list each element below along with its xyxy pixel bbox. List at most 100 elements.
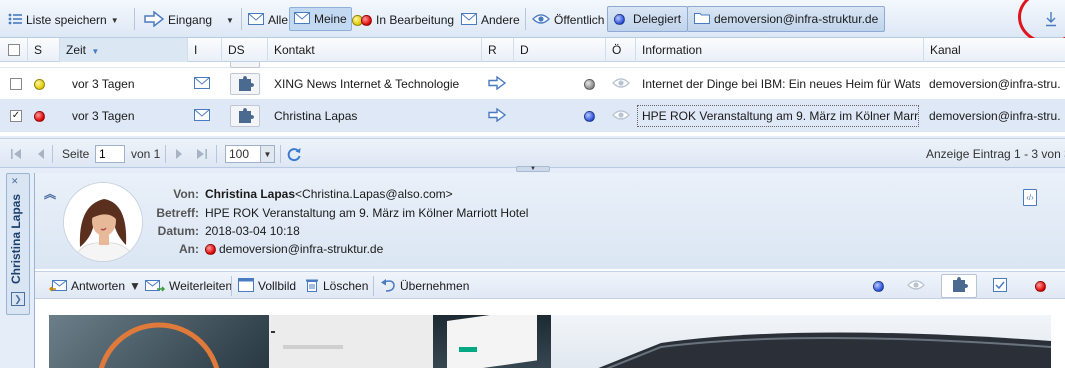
event-photo-1 (49, 315, 269, 368)
refresh-icon[interactable] (286, 145, 302, 163)
column-header-contact[interactable]: Kontakt (268, 38, 482, 62)
reply-button[interactable]: Antworten (48, 277, 125, 295)
recipient-value[interactable]: demoversion@infra-struktur.de (219, 242, 383, 256)
row-channel: demoversion@infra-stru... (929, 109, 1061, 123)
filter-delegated-button[interactable]: Delegiert (607, 6, 689, 32)
chevron-down-icon: ▼ (110, 15, 119, 25)
priority-status-button[interactable] (1035, 277, 1046, 295)
window-icon (238, 277, 254, 295)
page-number-input[interactable] (95, 145, 125, 163)
account-filter-label: demoversion@infra-struktur.de (714, 12, 879, 26)
page-label: Seite (62, 147, 90, 161)
delete-button[interactable]: Löschen (305, 277, 368, 295)
sender-email[interactable]: <Christina.Lapas@also.com> (295, 187, 453, 201)
reply-dropdown-icon[interactable]: ▼ (129, 277, 141, 295)
event-photo-3 (433, 308, 551, 368)
puzzle-icon (950, 276, 968, 296)
collapse-icon[interactable]: ︽ (44, 185, 56, 202)
row-information-focused[interactable]: HPE ROK Veranstaltung am 9. März im Köln… (637, 105, 919, 127)
filter-mine-button[interactable]: Meine (289, 7, 352, 31)
take-over-button[interactable]: Übernehmen (380, 277, 469, 295)
column-header-r[interactable]: R (482, 38, 514, 62)
date-row: Datum: 2018-03-04 10:18 (145, 224, 300, 238)
column-header-channel[interactable]: Kanal (924, 38, 1065, 62)
folder-icon (694, 12, 710, 27)
row-information: Internet der Dinge bei IBM: Ein neues He… (642, 77, 920, 91)
reply-icon (48, 278, 67, 295)
save-list-button[interactable]: Liste speichern ▼ (8, 8, 119, 32)
eye-icon (612, 109, 630, 124)
arrow-right-icon (488, 75, 507, 93)
pager-divider (280, 145, 281, 163)
column-header-i[interactable]: I (188, 38, 222, 62)
side-tab[interactable]: ✕ Christina Lapas ❯ (6, 173, 30, 315)
next-page-icon[interactable] (174, 145, 184, 163)
inbox-button[interactable]: Eingang (144, 8, 212, 32)
status-yellow-icon (34, 78, 45, 90)
puzzle-icon[interactable] (230, 105, 260, 127)
fullscreen-label: Vollbild (258, 279, 297, 293)
filter-all-button[interactable]: Alle (248, 8, 288, 32)
inbox-dropdown-icon[interactable]: ▼ (226, 8, 234, 32)
delete-label: Löschen (323, 279, 369, 293)
undo-icon (380, 278, 396, 295)
row-checkbox[interactable] (10, 78, 22, 90)
preview-header: ︽ Von: Christina Lapas <Christina.Lapas@… (35, 173, 1065, 269)
table-row-selected[interactable]: ✓ vor 3 Tagen Christina Lapas HPE ROK Ve… (0, 100, 1065, 132)
recipient-status-icon (205, 243, 216, 255)
sender-name[interactable]: Christina Lapas (205, 187, 295, 201)
forward-button[interactable]: Weiterleiten (145, 277, 232, 295)
arrow-right-icon (488, 107, 507, 125)
source-code-icon[interactable]: ‹/› (1023, 189, 1037, 206)
list-icon (8, 13, 22, 28)
arrow-right-icon (144, 9, 165, 30)
column-header-d[interactable]: D (514, 38, 606, 62)
mail-icon (461, 12, 477, 28)
checkbox-icon (993, 277, 1007, 295)
event-photo-4 (551, 315, 1052, 368)
pager-divider (216, 145, 217, 163)
grid-header: S Zeit ▼ I DS Kontakt R D Ö Information … (0, 38, 1065, 62)
last-page-icon[interactable] (196, 145, 208, 163)
delegated-status-button[interactable] (873, 277, 884, 295)
filter-mine-label: Meine (314, 12, 347, 26)
filter-public-button[interactable]: Öffentlich (532, 8, 604, 32)
page-size-select[interactable]: 100 ▼ (225, 145, 275, 163)
column-header-time-label: Zeit (66, 43, 87, 57)
column-header-public[interactable]: Ö (606, 38, 636, 62)
previous-page-icon[interactable] (36, 145, 46, 163)
column-header-ds[interactable]: DS (222, 38, 268, 62)
puzzle-toggle-button[interactable] (941, 274, 977, 298)
forward-label: Weiterleiten (169, 279, 233, 293)
mark-done-button[interactable] (993, 277, 1007, 295)
delegated-status-icon (614, 13, 625, 25)
column-header-time[interactable]: Zeit ▼ (60, 38, 188, 62)
filter-in-progress-button[interactable]: In Bearbeitung (352, 8, 454, 32)
take-over-label: Übernehmen (400, 279, 470, 293)
pager-divider (165, 145, 166, 163)
expand-icon[interactable]: ❯ (11, 292, 25, 306)
status-red-icon (34, 110, 45, 122)
status-grey-icon (584, 78, 595, 90)
message-grid: vor 3 Tagen XING News Internet & Technol… (0, 62, 1065, 136)
column-header-status[interactable]: S (28, 38, 60, 62)
select-all-checkbox[interactable] (0, 38, 28, 62)
side-tab-label: Christina Lapas (9, 193, 23, 284)
column-header-information[interactable]: Information (636, 38, 924, 62)
chevron-down-icon: ▼ (260, 146, 274, 162)
table-row[interactable]: vor 3 Tagen XING News Internet & Technol… (0, 68, 1065, 100)
toolbar-divider (231, 276, 232, 296)
fullscreen-button[interactable]: Vollbild (238, 277, 296, 295)
mail-icon (294, 11, 310, 27)
filter-public-label: Öffentlich (554, 13, 605, 27)
puzzle-icon[interactable] (230, 73, 260, 95)
visibility-button[interactable] (907, 277, 925, 295)
to-label: An: (179, 242, 199, 256)
date-label: Datum: (157, 224, 199, 238)
filter-others-button[interactable]: Andere (461, 8, 520, 32)
row-checkbox-checked[interactable]: ✓ (10, 110, 22, 122)
eye-icon (612, 77, 630, 92)
first-page-icon[interactable] (10, 145, 22, 163)
splitter-handle[interactable]: ▼ (516, 166, 550, 172)
account-filter-button[interactable]: demoversion@infra-struktur.de (687, 6, 886, 32)
